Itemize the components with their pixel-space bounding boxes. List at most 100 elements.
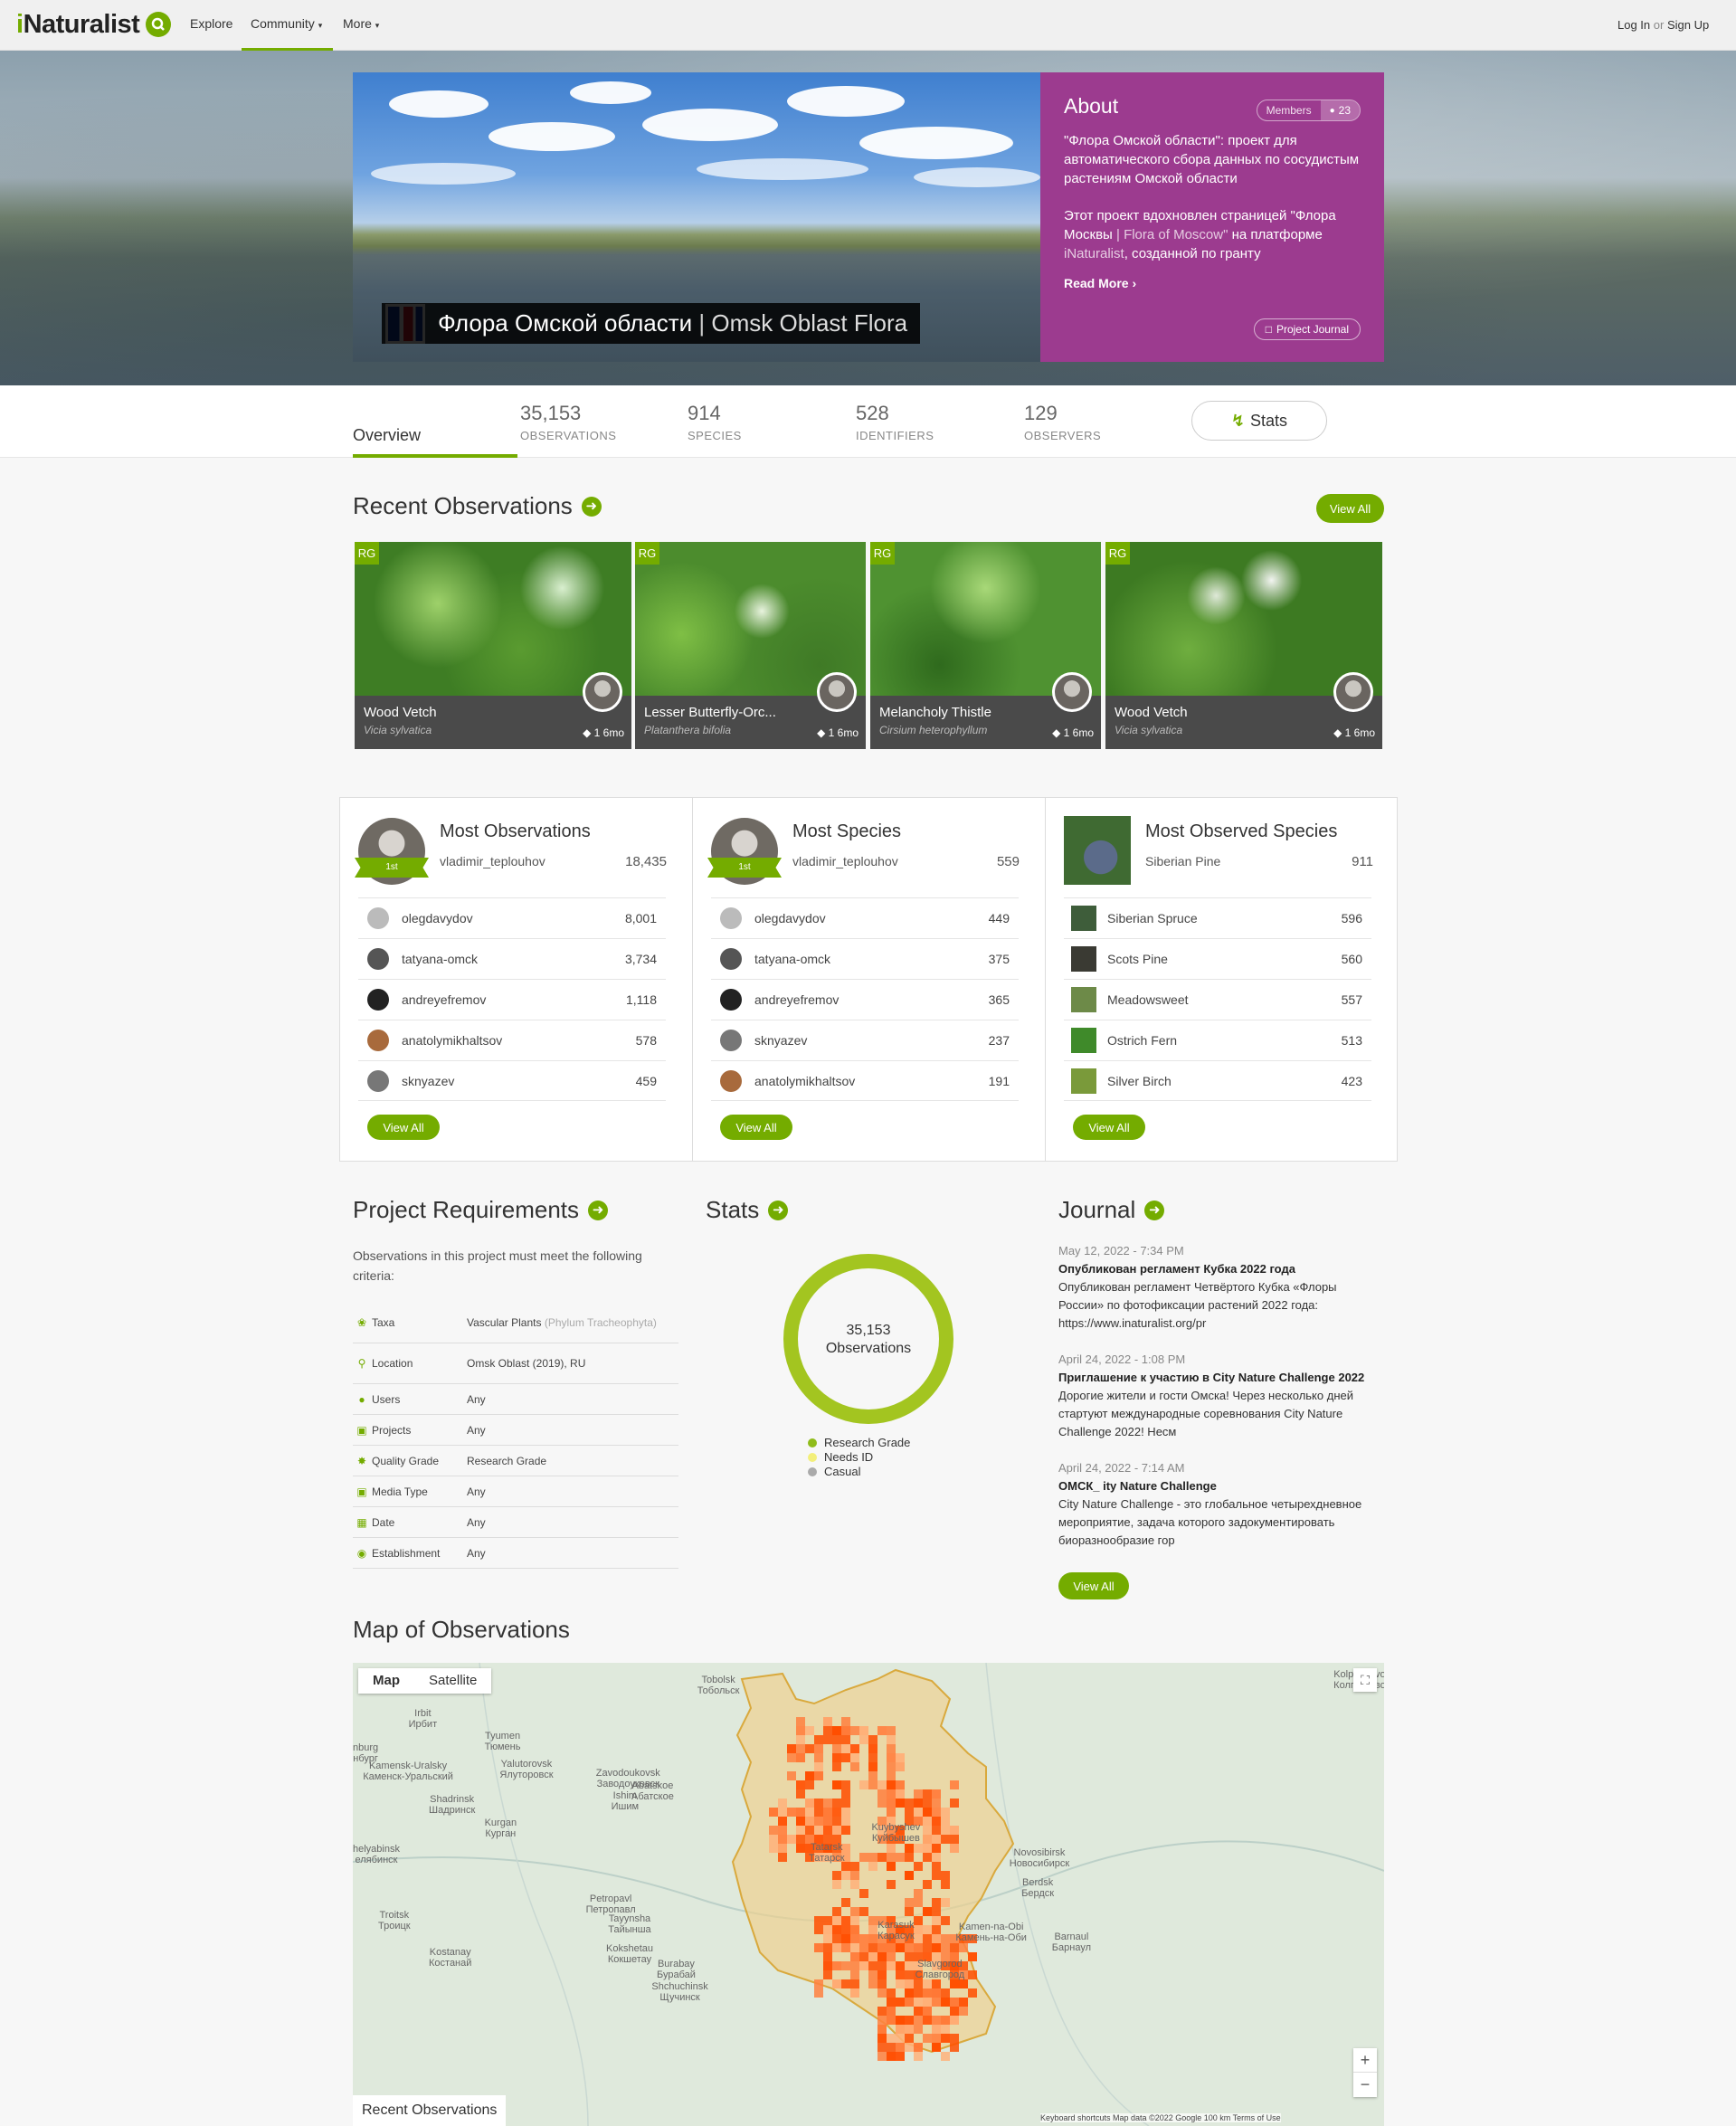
most-observations-view-all[interactable]: View All — [367, 1115, 440, 1140]
heatmap-cell — [941, 1808, 950, 1817]
inaturalist-logo[interactable]: iNaturalist — [16, 10, 140, 40]
most-observed-view-all[interactable]: View All — [1073, 1115, 1145, 1140]
heatmap-cell — [932, 1844, 941, 1853]
legend-needs-id: Needs ID — [808, 1450, 873, 1464]
observer-avatar[interactable] — [817, 672, 857, 712]
leaderboard-row[interactable]: olegdavydov 8,001 — [358, 897, 666, 938]
stats-button[interactable]: ↯ Stats — [1191, 401, 1327, 441]
observation-card[interactable]: RG Lesser Butterfly-Orc... Platanthera bi… — [635, 542, 866, 749]
leaderboard-row[interactable]: Siberian Spruce 596 — [1064, 897, 1371, 938]
leaderboard-row[interactable]: anatolymikhaltsov 578 — [358, 1020, 666, 1060]
heatmap-cell — [959, 1943, 968, 1952]
observer-avatar[interactable] — [1333, 672, 1373, 712]
nav-community[interactable]: Community ▾ — [251, 16, 322, 31]
project-journal-button[interactable]: □ Project Journal — [1253, 318, 1361, 340]
heatmap-cell — [814, 1762, 823, 1771]
map-attribution[interactable]: Keyboard shortcuts Map data ©2022 Google… — [1040, 2113, 1281, 2122]
leaderboard-row[interactable]: Silver Birch 423 — [1064, 1060, 1371, 1101]
map-type-satellite[interactable]: Satellite — [414, 1668, 491, 1694]
heatmap-cell — [859, 1735, 868, 1744]
taxa-link[interactable]: Vascular Plants — [467, 1316, 541, 1329]
zoom-out-button[interactable]: − — [1353, 2073, 1377, 2097]
stat-species[interactable]: 914 SPECIES — [688, 402, 742, 442]
journal-post[interactable]: April 24, 2022 - 7:14 AM ОМСК_ ity Nature… — [1058, 1459, 1384, 1550]
heatmap-cell — [941, 1898, 950, 1907]
stat-observers[interactable]: 129 OBSERVERS — [1024, 402, 1101, 442]
quality-grade-donut-chart: 35,153 Observations — [783, 1254, 953, 1424]
journal-post[interactable]: April 24, 2022 - 1:08 PM Приглашение к уч… — [1058, 1351, 1384, 1441]
leaderboard-row[interactable]: Ostrich Fern 513 — [1064, 1020, 1371, 1060]
heatmap-cell — [923, 1943, 932, 1952]
top-species-photo[interactable] — [1064, 816, 1131, 885]
heatmap-cell — [805, 1771, 814, 1780]
zoom-in-button[interactable]: + — [1353, 2048, 1377, 2073]
project-requirements-heading[interactable]: Project Requirements ➜ — [353, 1196, 608, 1224]
heatmap-cell — [923, 1826, 932, 1835]
heatmap-cell — [932, 1988, 941, 1998]
leaderboard-row[interactable]: sknyazev 237 — [711, 1020, 1019, 1060]
heatmap-cell — [896, 1789, 905, 1799]
observer-avatar[interactable] — [1052, 672, 1092, 712]
user-avatar — [720, 907, 742, 929]
top-user-name[interactable]: vladimir_teplouhov — [440, 854, 545, 868]
recent-observations-heading[interactable]: Recent Observations ➜ — [353, 492, 602, 520]
recent-view-all-button[interactable]: View All — [1316, 494, 1384, 523]
members-badge[interactable]: Members ● 23 — [1256, 100, 1361, 121]
observation-meta: ◆ 1 6mo — [1333, 726, 1375, 739]
heatmap-cell — [769, 1844, 778, 1853]
journal-post[interactable]: May 12, 2022 - 7:34 PM Опубликован реглам… — [1058, 1242, 1384, 1333]
top-species-name[interactable]: Siberian Pine — [1145, 854, 1220, 868]
observer-avatar[interactable] — [583, 672, 622, 712]
heatmap-cell — [859, 1853, 868, 1862]
heatmap-cell — [850, 1907, 859, 1916]
observations-map[interactable]: Tobolsk Тобольск Tyumen Тюмень Kurgan Кург… — [353, 1663, 1384, 2126]
stat-observations[interactable]: 35,153 OBSERVATIONS — [520, 402, 616, 442]
heatmap-cell — [859, 1780, 868, 1789]
login-link[interactable]: Log In — [1617, 18, 1650, 32]
read-more-link[interactable]: Read More › — [1064, 276, 1136, 290]
nav-explore[interactable]: Explore — [190, 16, 232, 31]
observation-card[interactable]: RG Wood Vetch Vicia sylvatica ◆ 1 6mo — [1105, 542, 1382, 749]
top-user-name[interactable]: vladimir_teplouhov — [792, 854, 898, 868]
search-icon[interactable] — [146, 12, 171, 37]
heatmap-cell — [814, 1817, 823, 1826]
heatmap-cell — [841, 1808, 850, 1817]
heatmap-cell — [932, 1826, 941, 1835]
leaderboard-row[interactable]: andreyefremov 1,118 — [358, 979, 666, 1020]
leaderboard-row[interactable]: andreyefremov 365 — [711, 979, 1019, 1020]
leaderboard-row[interactable]: Meadowsweet 557 — [1064, 979, 1371, 1020]
heatmap-cell — [841, 1717, 850, 1726]
leaderboard-row[interactable]: Scots Pine 560 — [1064, 938, 1371, 979]
fullscreen-icon[interactable]: ⛶ — [1353, 1668, 1377, 1692]
heatmap-cell — [932, 1916, 941, 1925]
journal-heading[interactable]: Journal ➜ — [1058, 1196, 1165, 1224]
stats-heading[interactable]: Stats ➜ — [706, 1196, 789, 1224]
observation-card[interactable]: RG Melancholy Thistle Cirsium heterophyll… — [870, 542, 1101, 749]
observation-photo — [355, 542, 631, 696]
heatmap-cell — [832, 1762, 841, 1771]
leaderboard-row[interactable]: tatyana-omck 3,734 — [358, 938, 666, 979]
location-link[interactable]: Omsk Oblast (2019), RU — [467, 1357, 585, 1370]
nav-more[interactable]: More ▾ — [343, 16, 379, 31]
most-species-view-all[interactable]: View All — [720, 1115, 792, 1140]
heatmap-cell — [868, 1952, 877, 1961]
leaderboard-row[interactable]: sknyazev 459 — [358, 1060, 666, 1101]
arrow-right-icon: ➜ — [768, 1200, 789, 1220]
heatmap-cell — [914, 1799, 923, 1808]
leaderboard-row[interactable]: anatolymikhaltsov 191 — [711, 1060, 1019, 1101]
leaderboard-row[interactable]: olegdavydov 449 — [711, 897, 1019, 938]
requirements-intro: Observations in this project must meet t… — [353, 1248, 642, 1283]
heatmap-cell — [923, 1808, 932, 1817]
recent-observations-tab[interactable]: Recent Observations — [353, 2095, 507, 2126]
signup-link[interactable]: Sign Up — [1667, 18, 1709, 32]
tab-overview[interactable]: Overview — [353, 426, 421, 445]
top-nav: iNaturalist Explore Community ▾ More ▾ L… — [0, 0, 1736, 51]
map-type-map[interactable]: Map — [358, 1668, 414, 1694]
observation-card[interactable]: RG Wood Vetch Vicia sylvatica ◆ 1 6mo — [355, 542, 631, 749]
heatmap-cell — [887, 1998, 896, 2007]
first-place-ribbon: 1st — [707, 858, 782, 878]
heatmap-cell — [850, 1934, 859, 1943]
leaderboard-row[interactable]: tatyana-omck 375 — [711, 938, 1019, 979]
stat-identifiers[interactable]: 528 IDENTIFIERS — [856, 402, 934, 442]
journal-view-all-button[interactable]: View All — [1058, 1572, 1129, 1599]
